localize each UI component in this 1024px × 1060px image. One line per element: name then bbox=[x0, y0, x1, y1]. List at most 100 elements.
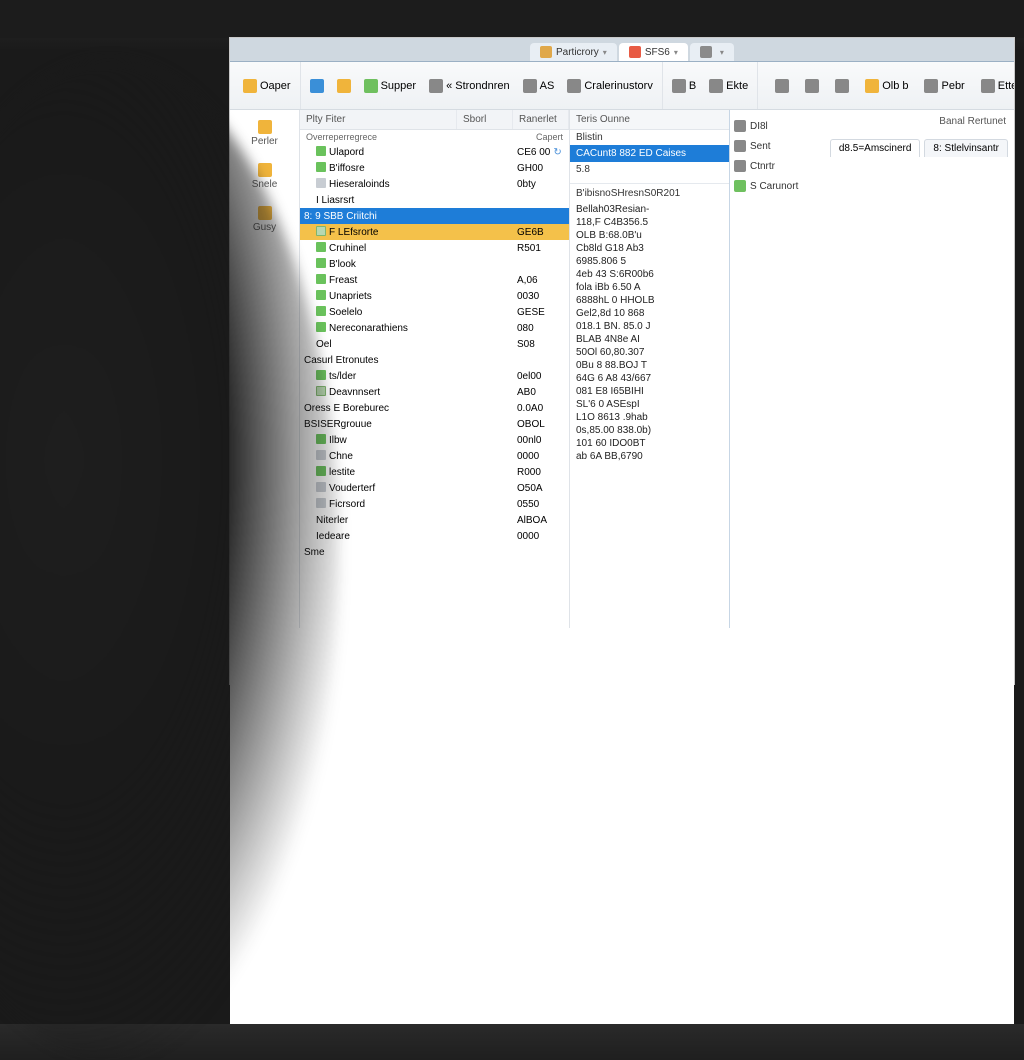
action-item[interactable]: S Carunort bbox=[734, 180, 806, 192]
table-row[interactable]: Ilbw 00nl0 bbox=[300, 432, 569, 448]
detail-list-item[interactable]: Cb8ld G18 Ab3 bbox=[570, 242, 729, 255]
ribbon-button[interactable]: Oaper bbox=[238, 77, 296, 95]
ribbon-button[interactable]: Pebr bbox=[919, 77, 969, 95]
sidebar-item[interactable]: Perler bbox=[234, 116, 295, 151]
sidebar-item[interactable]: Snele bbox=[234, 159, 295, 194]
ribbon-button[interactable] bbox=[800, 77, 824, 95]
detail-list-item[interactable]: ab 6A BB,6790 bbox=[570, 450, 729, 463]
row-name: Sme bbox=[304, 547, 325, 558]
detail-list-item[interactable]: OLB B:68.0B'u bbox=[570, 229, 729, 242]
detail-list-item[interactable]: 081 E8 I65BIHI bbox=[570, 385, 729, 398]
table-row[interactable]: Casurl Etronutes bbox=[300, 352, 569, 368]
table-row[interactable]: Nereconarathiens 080 bbox=[300, 320, 569, 336]
ribbon-button[interactable]: AS bbox=[518, 77, 560, 95]
table-row[interactable]: Oel S08 bbox=[300, 336, 569, 352]
ribbon-icon bbox=[310, 79, 324, 93]
row-col3: GH00 bbox=[513, 162, 569, 175]
detail-list-item[interactable]: 64G 6 A8 43/667 bbox=[570, 372, 729, 385]
right-tab[interactable]: d8.5=Amscinerd bbox=[830, 139, 921, 157]
table-row[interactable]: F LEfsrorte GE6B bbox=[300, 224, 569, 240]
table-row[interactable]: Unapriets 0030 bbox=[300, 288, 569, 304]
detail-list-item[interactable]: Gel2,8d 10 868 bbox=[570, 307, 729, 320]
ribbon-button[interactable] bbox=[770, 77, 794, 95]
ribbon-button[interactable]: Supper bbox=[359, 77, 421, 95]
folder-icon bbox=[316, 178, 326, 188]
detail-list-item[interactable]: 6985.806 5 bbox=[570, 255, 729, 268]
detail-list-item[interactable]: 6888hL 0 HHOLB bbox=[570, 294, 729, 307]
table-row[interactable]: Hieseraloinds 0bty bbox=[300, 176, 569, 192]
table-row[interactable]: Sme bbox=[300, 544, 569, 560]
folder-icon bbox=[316, 226, 326, 236]
ribbon-icon bbox=[672, 79, 686, 93]
sidebar-item[interactable]: Gusy bbox=[234, 202, 295, 237]
right-tab[interactable]: 8: Stlelvinsantr bbox=[924, 139, 1008, 157]
table-row[interactable]: Cruhinel R501 bbox=[300, 240, 569, 256]
browser-tab-1[interactable]: SFS6▾ bbox=[619, 43, 688, 61]
row-name: Hieseraloinds bbox=[329, 179, 390, 190]
ribbon-button[interactable]: Ekte bbox=[704, 77, 753, 95]
table-row[interactable]: Deavnnsert AB0 bbox=[300, 384, 569, 400]
detail-list-item[interactable]: 118,F C4B356.5 bbox=[570, 216, 729, 229]
ribbon-button[interactable] bbox=[830, 77, 854, 95]
browser-tab-0[interactable]: Particrory▾ bbox=[530, 43, 617, 61]
detail-list-item[interactable]: Bellah03Resian- bbox=[570, 203, 729, 216]
folder-icon bbox=[316, 306, 326, 316]
table-row[interactable]: Vouderterf O50A bbox=[300, 480, 569, 496]
action-icon bbox=[734, 180, 746, 192]
action-item[interactable]: DI8l bbox=[734, 120, 806, 132]
table-row[interactable]: Soelelo GESE bbox=[300, 304, 569, 320]
ribbon-button[interactable] bbox=[332, 77, 356, 95]
detail-list-item[interactable]: BLAB 4N8e AI bbox=[570, 333, 729, 346]
grid-header-col2[interactable]: Sborl bbox=[457, 110, 513, 129]
table-row[interactable]: Chne 0000 bbox=[300, 448, 569, 464]
action-item[interactable]: Sent bbox=[734, 140, 806, 152]
table-row[interactable]: Freast A,06 bbox=[300, 272, 569, 288]
table-row[interactable]: Niterler AlBOA bbox=[300, 512, 569, 528]
detail-list-item[interactable]: 4eb 43 S:6R00b6 bbox=[570, 268, 729, 281]
row-name: BSISERgrouue bbox=[304, 419, 372, 430]
table-row[interactable]: B'look bbox=[300, 256, 569, 272]
detail-list-item[interactable]: L1O 8613 .9hab bbox=[570, 411, 729, 424]
ribbon-button[interactable]: Olb b bbox=[860, 77, 913, 95]
action-item[interactable]: Ctnrtr bbox=[734, 160, 806, 172]
row-col2 bbox=[457, 247, 513, 249]
grid-header-name[interactable]: Plty Fiter bbox=[300, 110, 457, 129]
table-row[interactable]: BSISERgrouue OBOL bbox=[300, 416, 569, 432]
folder-icon bbox=[316, 370, 326, 380]
grid-sublabel-2: Capert bbox=[536, 132, 563, 142]
table-row[interactable]: I Liasrsrt bbox=[300, 192, 569, 208]
grid-header-col3[interactable]: Ranerlet bbox=[513, 110, 569, 129]
detail-sub: Blistin bbox=[576, 132, 603, 143]
table-row[interactable]: B'iffosre GH00 bbox=[300, 160, 569, 176]
row-col3: O50A bbox=[513, 482, 569, 495]
row-col3: A,06 bbox=[513, 274, 569, 287]
table-row[interactable]: Iedeare 0000 bbox=[300, 528, 569, 544]
sidebar-label: Snele bbox=[252, 179, 278, 190]
detail-list-item[interactable]: 018.1 BN. 85.0 J bbox=[570, 320, 729, 333]
row-col2 bbox=[457, 295, 513, 297]
ribbon-button[interactable]: B bbox=[667, 77, 701, 95]
detail-list-item[interactable]: 50Ol 60,80.307 bbox=[570, 346, 729, 359]
row-col3 bbox=[513, 199, 569, 201]
browser-tab-2[interactable]: ▾ bbox=[690, 43, 734, 61]
row-col3: AlBOA bbox=[513, 514, 569, 527]
table-row[interactable]: 8: 9 SBB Criitchi bbox=[300, 208, 569, 224]
detail-list-item[interactable]: 0Bu 8 88.BOJ T bbox=[570, 359, 729, 372]
detail-list-item[interactable]: 101 60 IDO0BT bbox=[570, 437, 729, 450]
ribbon-button[interactable]: Cralerinustorv bbox=[562, 77, 657, 95]
ribbon-button[interactable]: « Strondnren bbox=[424, 77, 515, 95]
row-name: Chne bbox=[329, 451, 353, 462]
ribbon-button[interactable] bbox=[305, 77, 329, 95]
ribbon-icon bbox=[243, 79, 257, 93]
folder-icon bbox=[316, 386, 326, 396]
table-row[interactable]: lestite R000 bbox=[300, 464, 569, 480]
ribbon-button[interactable]: Etteny bbox=[976, 77, 1014, 95]
detail-list-item[interactable]: 0s,85.00 838.0b) bbox=[570, 424, 729, 437]
table-row[interactable]: Ulapord CE6 00↻ bbox=[300, 144, 569, 160]
table-row[interactable]: Ficrsord 0550 bbox=[300, 496, 569, 512]
detail-list-item[interactable]: SL'6 0 ASEspI bbox=[570, 398, 729, 411]
table-row[interactable]: Oress E Boreburec 0.0A0 bbox=[300, 400, 569, 416]
table-row[interactable]: ts/lder 0el00 bbox=[300, 368, 569, 384]
ribbon-group-1: Supper« StrondnrenASCralerinustorv bbox=[301, 62, 663, 109]
detail-list-item[interactable]: fola iBb 6.50 A bbox=[570, 281, 729, 294]
